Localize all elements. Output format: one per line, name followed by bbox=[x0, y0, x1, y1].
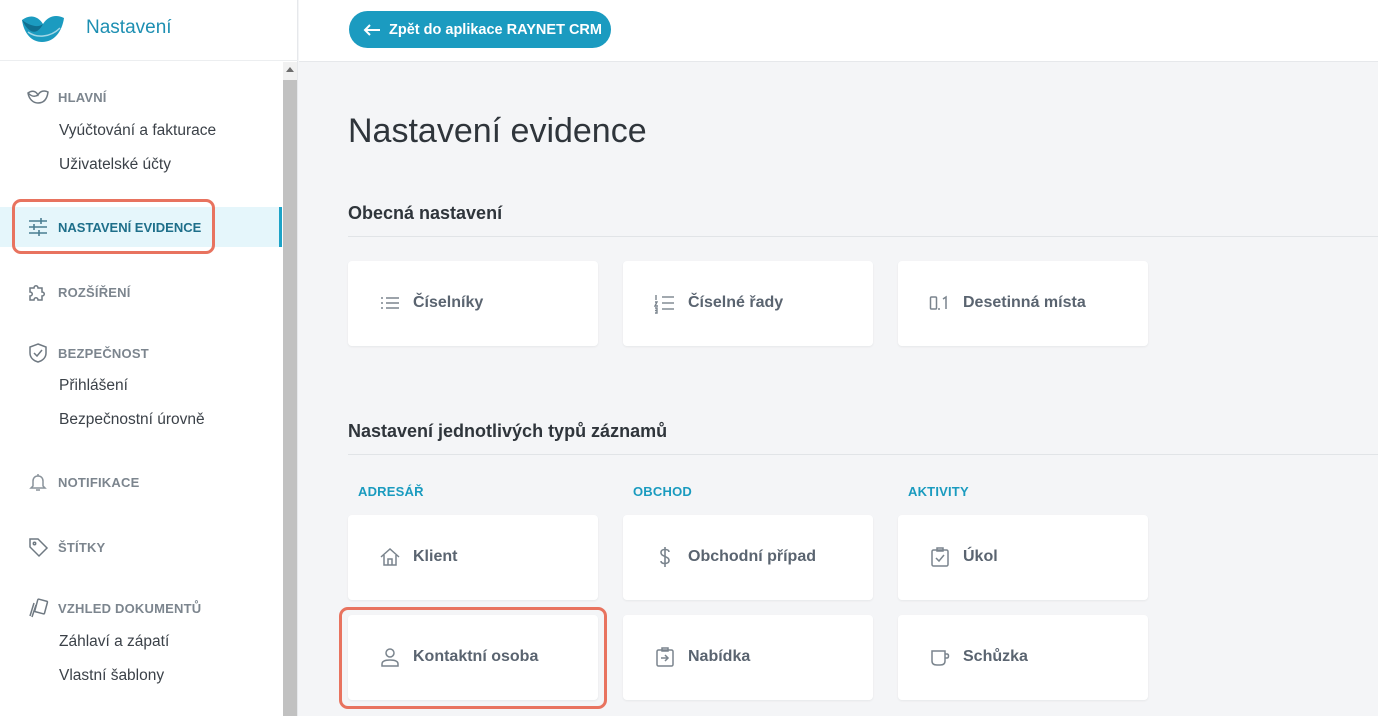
dollar-icon bbox=[660, 547, 670, 567]
back-button-label: Zpět do aplikace RAYNET CRM bbox=[389, 21, 602, 38]
sidebar-item-custom-templates[interactable]: Vlastní šablony bbox=[59, 667, 164, 685]
offer-icon bbox=[656, 647, 674, 667]
raynet-icon bbox=[27, 90, 49, 104]
sidebar-section-extensions[interactable]: ROZŠÍŘENÍ bbox=[0, 279, 282, 305]
card-label: Klient bbox=[413, 548, 458, 565]
list-icon bbox=[381, 297, 399, 309]
sidebar-item-billing[interactable]: Vyúčtování a fakturace bbox=[59, 122, 216, 140]
sidebar-section-label: NOTIFIKACE bbox=[58, 475, 140, 490]
card-codelists[interactable]: Číselníky bbox=[348, 261, 598, 346]
card-label: Desetinná místa bbox=[963, 294, 1086, 311]
card-client[interactable]: Klient bbox=[348, 515, 598, 600]
sidebar-section-security[interactable]: BEZPEČNOST bbox=[0, 340, 282, 366]
task-icon bbox=[931, 547, 949, 567]
sidebar-item-user-accounts[interactable]: Uživatelské účty bbox=[59, 156, 171, 174]
sidebar-section-label: BEZPEČNOST bbox=[58, 346, 149, 361]
sidebar-section-label: VZHLED DOKUMENTŮ bbox=[58, 601, 202, 616]
section-title-records: Nastavení jednotlivých typů záznamů bbox=[348, 421, 668, 441]
card-label: Číselníky bbox=[413, 294, 484, 311]
sliders-icon bbox=[29, 218, 47, 236]
person-icon bbox=[381, 648, 399, 667]
sidebar-item-security-levels[interactable]: Bezpečnostní úrovně bbox=[59, 411, 205, 429]
card-label: Kontaktní osoba bbox=[413, 648, 539, 665]
raynet-logo-icon bbox=[22, 16, 64, 42]
column-label-address-book: ADRESÁŘ bbox=[358, 484, 424, 499]
card-label: Schůzka bbox=[963, 648, 1028, 665]
card-task[interactable]: Úkol bbox=[898, 515, 1148, 600]
card-decimal-places[interactable]: Desetinná místa bbox=[898, 261, 1148, 346]
scroll-thumb[interactable] bbox=[283, 80, 297, 716]
sidebar-section-label: ROZŠÍŘENÍ bbox=[58, 285, 131, 300]
page-title: Nastavení evidence bbox=[348, 112, 647, 150]
tag-icon bbox=[29, 538, 49, 558]
column-label-business: OBCHOD bbox=[633, 484, 692, 499]
sidebar-section-tags[interactable]: ŠTÍTKY bbox=[0, 534, 282, 560]
sidebar-item-header-footer[interactable]: Záhlaví a zápatí bbox=[59, 633, 169, 651]
card-label: Obchodní případ bbox=[688, 548, 816, 565]
section-title-general: Obecná nastavení bbox=[348, 203, 503, 223]
bell-icon bbox=[29, 474, 47, 491]
home-icon bbox=[380, 547, 400, 566]
puzzle-icon bbox=[29, 285, 45, 301]
section-divider bbox=[348, 236, 1378, 237]
documents-icon bbox=[29, 598, 49, 618]
brand-header: Nastavení bbox=[0, 0, 298, 61]
scroll-up-arrow[interactable] bbox=[283, 62, 297, 79]
sidebar-section-documents[interactable]: VZHLED DOKUMENTŮ bbox=[0, 595, 282, 621]
back-to-crm-button[interactable]: Zpět do aplikace RAYNET CRM bbox=[349, 11, 611, 48]
sidebar-section-label: ŠTÍTKY bbox=[58, 540, 106, 555]
sidebar-item-login[interactable]: Přihlášení bbox=[59, 377, 128, 395]
card-label: Číselné řady bbox=[688, 294, 784, 311]
sidebar: Nastavení HLAVNÍ Vyúčtování a fakturace … bbox=[0, 0, 298, 716]
card-contact-person[interactable]: Kontaktní osoba bbox=[348, 615, 598, 700]
sidebar-item-label: NASTAVENÍ EVIDENCE bbox=[58, 220, 202, 235]
shield-icon bbox=[29, 343, 47, 363]
sidebar-section-label: HLAVNÍ bbox=[58, 90, 107, 105]
brand-title: Nastavení bbox=[86, 17, 172, 38]
card-label: Úkol bbox=[963, 548, 998, 565]
card-business-case[interactable]: Obchodní případ bbox=[623, 515, 873, 600]
sidebar-section-notifications[interactable]: NOTIFIKACE bbox=[0, 469, 282, 495]
topbar: Zpět do aplikace RAYNET CRM bbox=[299, 0, 1378, 62]
card-number-series[interactable]: Číselné řady bbox=[623, 261, 873, 346]
card-offer[interactable]: Nabídka bbox=[623, 615, 873, 700]
sidebar-section-main[interactable]: HLAVNÍ bbox=[0, 84, 282, 110]
card-label: Nabídka bbox=[688, 648, 751, 665]
arrow-left-icon bbox=[363, 23, 380, 36]
numbered-list-icon bbox=[654, 295, 674, 314]
section-divider bbox=[348, 454, 1378, 455]
column-label-activities: AKTIVITY bbox=[908, 484, 969, 499]
cup-icon bbox=[931, 650, 950, 666]
card-meeting[interactable]: Schůzka bbox=[898, 615, 1148, 700]
decimal-icon bbox=[929, 295, 947, 310]
sidebar-item-evidence-settings[interactable]: NASTAVENÍ EVIDENCE bbox=[0, 207, 282, 247]
